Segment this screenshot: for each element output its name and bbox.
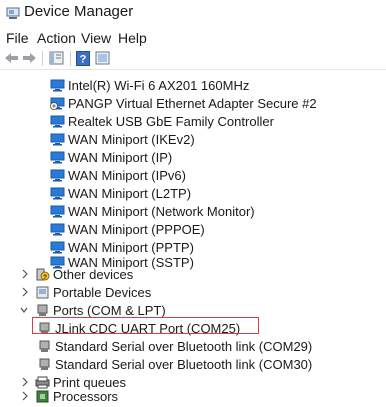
tree-category-portable-devices[interactable]: Portable Devices [0,283,386,303]
port-label: Standard Serial over Bluetooth link (COM… [55,357,313,372]
toolbar-separator [42,51,43,66]
port-icon [39,340,50,352]
toolbar: ? [0,49,386,70]
forward-arrow-icon[interactable] [21,51,37,65]
port-icon [39,358,50,370]
tree-item-network-adapter[interactable]: WAN Miniport (Network Monitor) [0,202,386,222]
chevron-right-icon[interactable] [20,286,30,298]
network-adapter-label: WAN Miniport (L2TP) [68,186,192,201]
chevron-right-icon[interactable] [20,268,30,280]
tree-item-network-adapter[interactable]: WAN Miniport (IP) [0,148,386,168]
network-adapter-label: WAN Miniport (IPv6) [68,168,186,183]
menu-help[interactable]: Help [118,30,147,46]
category-label: Portable Devices [53,285,152,300]
network-adapter-label: Realtek USB GbE Family Controller [68,114,274,129]
portable-device-icon [36,286,49,299]
port-icon [37,304,48,316]
network-adapter-label: WAN Miniport (IP) [68,150,173,165]
menu-file[interactable]: File [6,30,29,46]
tree-item-network-adapter[interactable]: WAN Miniport (L2TP) [0,184,386,204]
svg-text:?: ? [80,54,87,66]
network-adapter-label: WAN Miniport (IKEv2) [68,132,195,147]
chevron-right-icon[interactable] [20,390,30,402]
menu-action[interactable]: Action [37,30,76,46]
device-tree: Intel(R) Wi-Fi 6 AX201 160MHz PANGP Virt… [0,70,386,404]
network-adapter-icon [50,79,65,92]
network-adapter-icon [50,151,65,164]
highlight-box [32,317,259,334]
svg-text:?: ? [43,274,47,281]
help-icon[interactable]: ? [76,51,90,66]
title-bar: Device Manager [0,0,386,26]
tree-item-network-adapter[interactable]: Realtek USB GbE Family Controller [0,112,386,132]
network-adapter-label: WAN Miniport (Network Monitor) [68,204,255,219]
properties-icon[interactable] [49,51,65,65]
device-view-icon[interactable] [95,51,111,65]
network-adapter-icon [50,169,65,182]
tree-item-network-adapter[interactable]: WAN Miniport (IPv6) [0,166,386,186]
tree-item-network-adapter[interactable]: PANGP Virtual Ethernet Adapter Secure #2 [0,94,386,114]
window-title: Device Manager [24,3,134,20]
network-adapter-icon [50,205,65,218]
category-label: Ports (COM & LPT) [53,303,166,318]
network-adapter-icon [50,133,65,146]
tree-item-network-adapter[interactable]: Intel(R) Wi-Fi 6 AX201 160MHz [0,76,386,96]
back-arrow-icon[interactable] [4,51,20,65]
category-label: Processors [53,389,119,404]
menu-bar: File Action View Help [0,27,386,49]
category-label: Other devices [53,267,134,282]
network-adapter-icon [50,115,65,128]
network-adapter-label: Intel(R) Wi-Fi 6 AX201 160MHz [68,78,250,93]
menu-view[interactable]: View [81,30,111,46]
network-adapter-label: PANGP Virtual Ethernet Adapter Secure #2 [68,96,317,111]
tree-category-other-devices[interactable]: ? Other devices [0,265,386,285]
unknown-device-icon: ? [36,268,50,281]
tree-item-port-bluetooth[interactable]: Standard Serial over Bluetooth link (COM… [0,355,386,375]
network-adapter-icon [50,187,65,200]
processor-icon [36,390,49,403]
device-manager-app-icon [6,7,20,19]
tree-category-processors[interactable]: Processors [0,387,386,407]
tree-item-network-adapter[interactable]: WAN Miniport (PPPOE) [0,220,386,240]
tree-item-port-bluetooth[interactable]: Standard Serial over Bluetooth link (COM… [0,337,386,357]
network-adapter-label: WAN Miniport (PPPOE) [68,222,205,237]
network-adapter-icon [50,223,65,236]
toolbar-separator [70,51,71,66]
tree-item-network-adapter[interactable]: WAN Miniport (IKEv2) [0,130,386,150]
chevron-down-icon[interactable] [19,304,29,316]
port-label: Standard Serial over Bluetooth link (COM… [55,339,313,354]
network-adapter-warning-icon [50,97,65,110]
